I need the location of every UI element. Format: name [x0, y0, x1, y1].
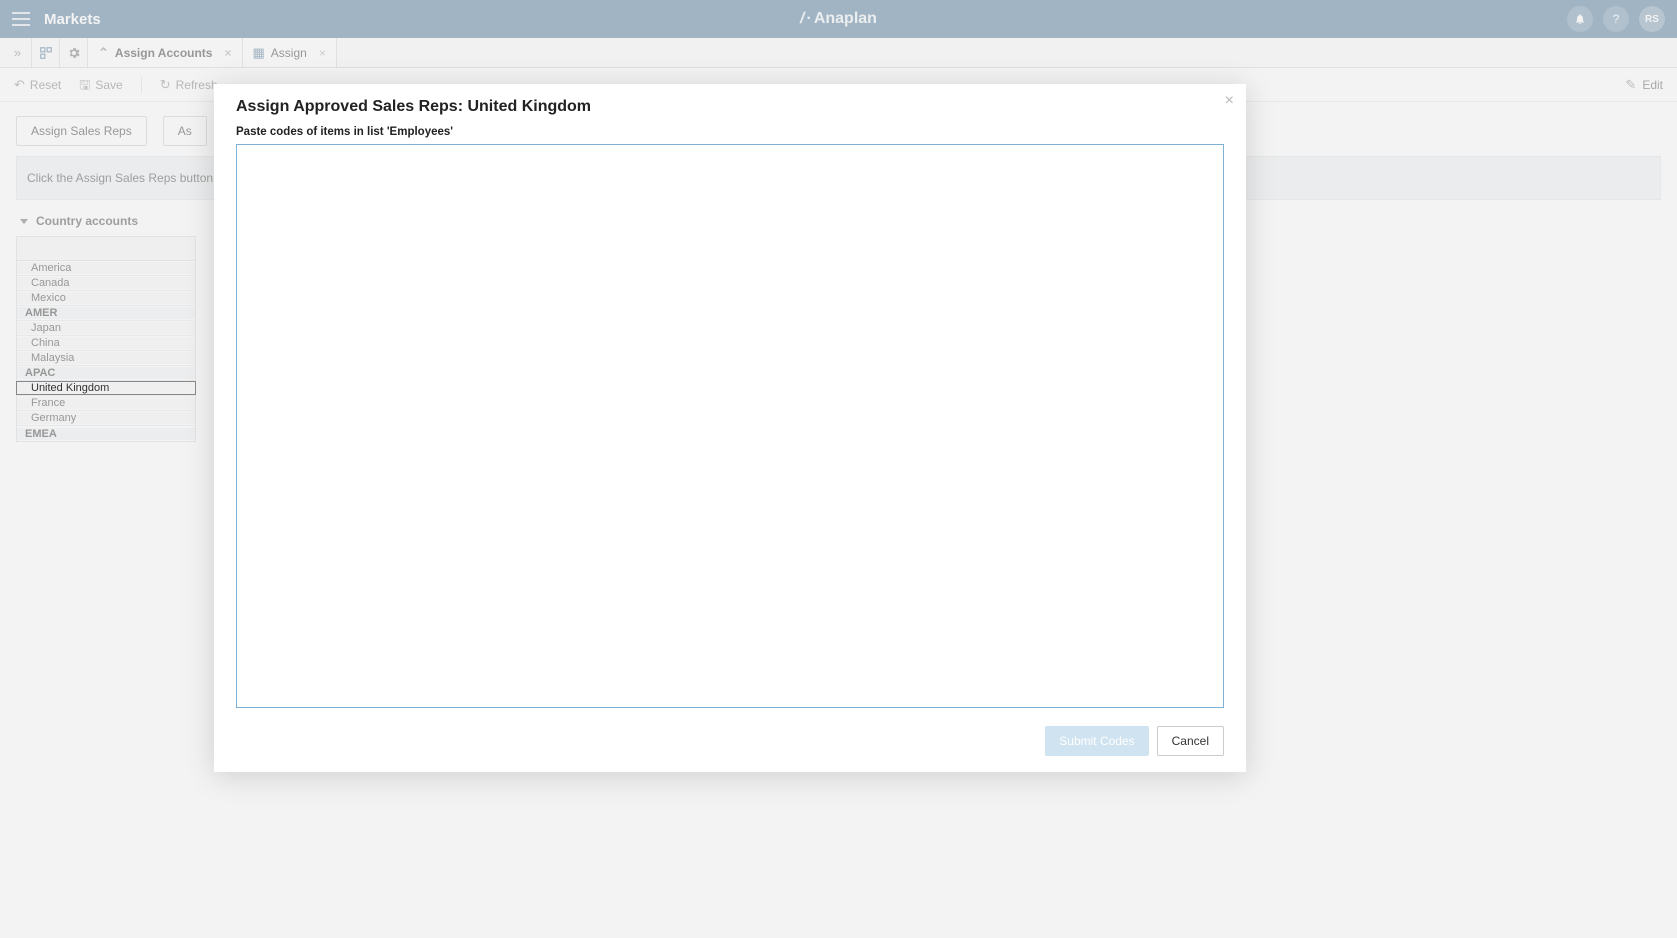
grid-row-label: United Kingdom — [17, 382, 195, 394]
cancel-button[interactable]: Cancel — [1157, 726, 1224, 756]
modal-actions: Submit Codes Cancel — [236, 708, 1224, 756]
close-icon[interactable]: × — [1225, 92, 1234, 110]
modal-title: Assign Approved Sales Reps: United Kingd… — [236, 98, 1224, 116]
submit-codes-button[interactable]: Submit Codes — [1045, 726, 1148, 756]
grid-country-row[interactable]: United Kingdom — [17, 381, 195, 396]
codes-textarea[interactable] — [236, 144, 1224, 708]
assign-reps-modal: × Assign Approved Sales Reps: United Kin… — [214, 84, 1246, 772]
modal-subtitle: Paste codes of items in list 'Employees' — [236, 126, 1224, 138]
